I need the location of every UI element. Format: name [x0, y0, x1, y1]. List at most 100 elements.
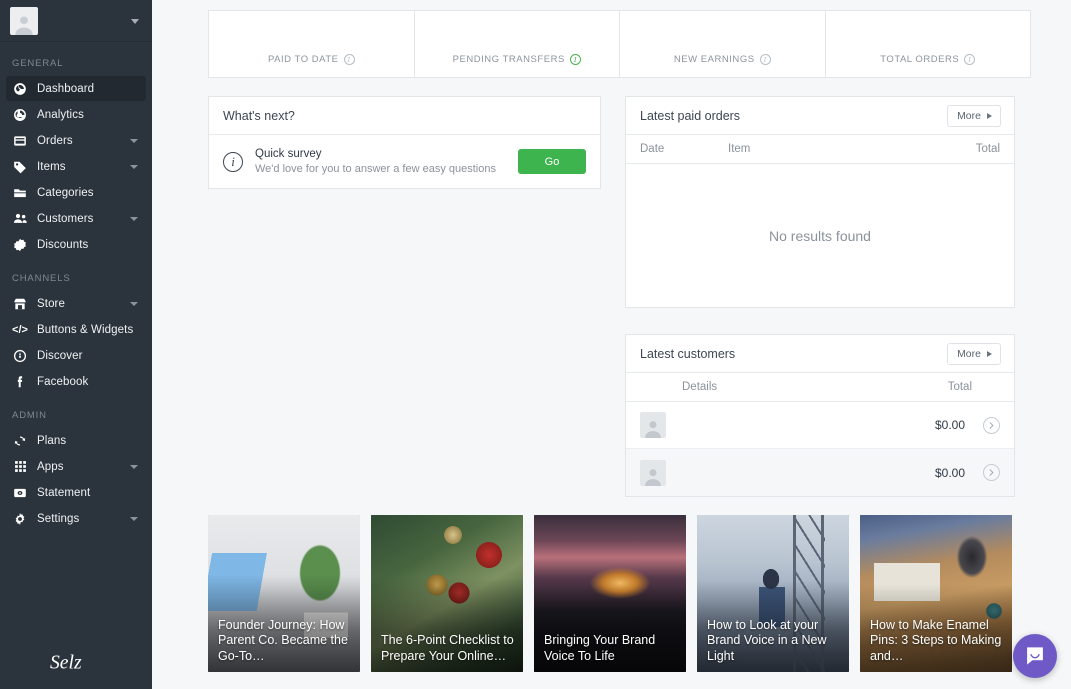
chevron-right-icon[interactable] [983, 416, 1000, 434]
user-avatar-icon [645, 421, 661, 438]
stat-label: PENDING TRANSFERS i [453, 54, 581, 65]
column-header-total: Total [947, 381, 972, 393]
go-button[interactable]: Go [518, 149, 586, 174]
user-avatar-icon [15, 15, 33, 35]
article-card[interactable]: How to Make Enamel Pins: 3 Steps to Maki… [860, 515, 1012, 672]
sidebar-item-apps[interactable]: Apps [6, 454, 146, 479]
sidebar-item-discounts[interactable]: Discounts [6, 232, 146, 257]
discount-icon [12, 237, 28, 253]
code-icon: </> [12, 323, 28, 336]
sidebar-item-buttons-widgets[interactable]: </> Buttons & Widgets [6, 317, 146, 342]
sidebar-item-label: Plans [37, 434, 67, 447]
sidebar-item-items[interactable]: Items [6, 154, 146, 179]
info-icon[interactable]: i [569, 54, 581, 65]
sidebar-section-admin: ADMIN [12, 410, 47, 421]
sidebar-item-label: Settings [37, 512, 80, 525]
right-column: Latest paid orders More Date Item Total … [625, 96, 1015, 497]
sidebar-item-facebook[interactable]: Facebook [6, 369, 146, 394]
sidebar-item-label: Analytics [37, 108, 84, 121]
whats-next-panel: What's next? i Quick survey We'd love fo… [208, 96, 601, 189]
sidebar-item-label: Facebook [37, 375, 89, 388]
selz-logo-text: Selz [50, 652, 82, 673]
statement-icon [12, 485, 28, 501]
gear-icon [12, 511, 28, 527]
whats-next-text: Quick survey We'd love for you to answer… [255, 148, 506, 175]
article-card[interactable]: Founder Journey: How Parent Co. Became t… [208, 515, 360, 672]
info-icon[interactable]: i [759, 54, 771, 65]
selz-logo[interactable]: Selz [0, 649, 152, 675]
sidebar-item-label: Discover [37, 349, 83, 362]
article-card[interactable]: Bringing Your Brand Voice To Life [534, 515, 686, 672]
sidebar-item-label: Apps [37, 460, 64, 473]
customers-table-header: Details Total [626, 373, 1014, 402]
stat-label: TOTAL ORDERS i [880, 54, 976, 65]
sidebar-item-discover[interactable]: Discover [6, 343, 146, 368]
chevron-down-icon [130, 216, 138, 221]
sidebar-item-plans[interactable]: Plans [6, 428, 146, 453]
chevron-down-icon [130, 301, 138, 306]
stat-card-paid-to-date[interactable]: PAID TO DATE i [208, 10, 414, 78]
sidebar-item-label: Categories [37, 186, 94, 199]
stat-label-text: TOTAL ORDERS [880, 54, 960, 65]
stat-label: PAID TO DATE i [268, 54, 355, 65]
column-header-date: Date [640, 143, 665, 155]
grid-icon [12, 459, 28, 475]
info-icon[interactable]: i [964, 54, 976, 65]
sidebar-item-settings[interactable]: Settings [6, 506, 146, 531]
sidebar-item-store[interactable]: Store [6, 291, 146, 316]
more-button-orders[interactable]: More [947, 104, 1001, 127]
sidebar-section-channels: CHANNELS [12, 273, 71, 284]
sidebar-item-label: Store [37, 297, 65, 310]
article-title: The 6-Point Checklist to Prepare Your On… [381, 633, 514, 663]
stat-label-text: PAID TO DATE [268, 54, 339, 65]
customer-total: $0.00 [934, 465, 965, 480]
stat-label-text: PENDING TRANSFERS [452, 54, 565, 65]
sidebar-item-orders[interactable]: Orders [6, 128, 146, 153]
chat-widget-button[interactable] [1013, 634, 1057, 678]
facebook-icon [12, 374, 28, 390]
stat-label-text: NEW EARNINGS [673, 54, 755, 65]
table-row[interactable]: $0.00 [626, 449, 1014, 496]
stat-label: NEW EARNINGS i [674, 54, 771, 65]
more-button-label: More [957, 109, 981, 122]
account-switcher[interactable] [0, 0, 152, 42]
stat-card-new-earnings[interactable]: NEW EARNINGS i [619, 10, 825, 78]
sidebar-item-statement[interactable]: Statement [6, 480, 146, 505]
folder-icon [12, 185, 28, 201]
sidebar-item-label: Items [37, 160, 66, 173]
left-column: What's next? i Quick survey We'd love fo… [208, 96, 601, 497]
sidebar-item-customers[interactable]: Customers [6, 206, 146, 231]
orders-empty-state: No results found [769, 227, 871, 244]
panel-title: What's next? [223, 108, 295, 123]
article-card[interactable]: The 6-Point Checklist to Prepare Your On… [371, 515, 523, 672]
avatar [640, 459, 666, 486]
discover-icon [12, 348, 28, 364]
chevron-right-icon[interactable] [983, 464, 1000, 481]
stats-row: PAID TO DATE i PENDING TRANSFERS i NEW E… [208, 10, 1031, 78]
sidebar-item-dashboard[interactable]: Dashboard [6, 76, 146, 101]
latest-paid-orders-header: Latest paid orders More [626, 97, 1014, 135]
sidebar-item-categories[interactable]: Categories [6, 180, 146, 205]
articles-row: Founder Journey: How Parent Co. Became t… [208, 515, 1031, 672]
sidebar-item-label: Dashboard [37, 82, 95, 95]
main-content: PAID TO DATE i PENDING TRANSFERS i NEW E… [152, 0, 1071, 689]
article-card[interactable]: How to Look at your Brand Voice in a New… [697, 515, 849, 672]
whats-next-header: What's next? [209, 97, 600, 135]
sidebar-item-analytics[interactable]: Analytics [6, 102, 146, 127]
article-title: Founder Journey: How Parent Co. Became t… [218, 617, 348, 663]
user-avatar-icon [645, 468, 661, 486]
table-row[interactable]: $0.00 [626, 402, 1014, 449]
article-title: Bringing Your Brand Voice To Life [544, 633, 656, 663]
whats-next-item-subtitle: We'd love for you to answer a few easy q… [255, 163, 496, 175]
article-title: How to Look at your Brand Voice in a New… [707, 617, 827, 663]
latest-customers-panel: Latest customers More Details Total $0.0… [625, 334, 1015, 497]
avatar [10, 6, 38, 35]
stat-card-pending-transfers[interactable]: PENDING TRANSFERS i [413, 10, 619, 78]
sidebar-item-label: Orders [37, 134, 73, 147]
stat-card-total-orders[interactable]: TOTAL ORDERS i [824, 10, 1031, 78]
orders-table-header: Date Item Total [626, 135, 1014, 164]
avatar [640, 412, 666, 438]
chevron-right-icon [987, 112, 992, 119]
more-button-customers[interactable]: More [947, 342, 1001, 365]
info-icon[interactable]: i [343, 54, 355, 65]
